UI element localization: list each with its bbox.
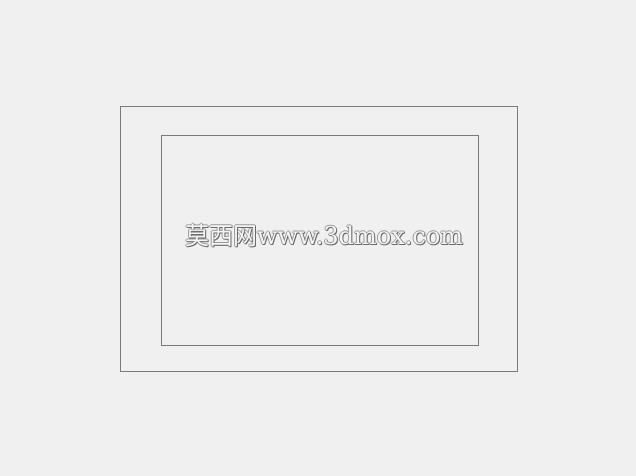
watermark-text: 莫西网www.3dmox.com (185, 222, 464, 250)
canvas: 莫西网www.3dmox.com (0, 0, 636, 476)
